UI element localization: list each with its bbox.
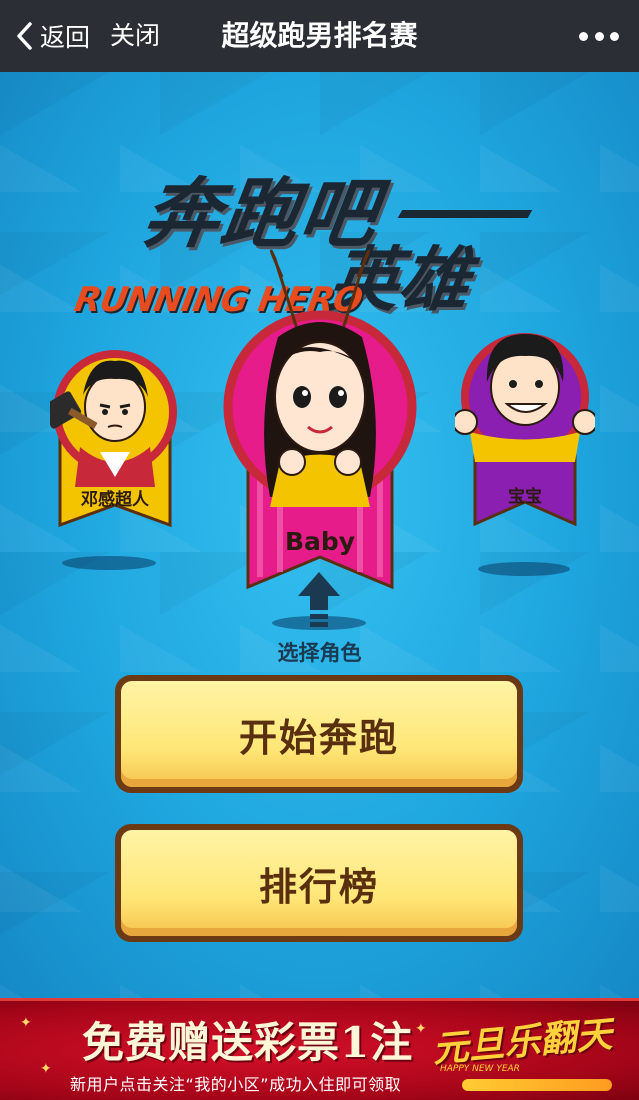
sparkle-icon: ✦ [415,1021,427,1037]
back-label: 返回 [40,23,91,52]
logo-underline [397,210,533,218]
promo-graphic: 元旦乐翻天 HAPPY NEW YEAR [431,1009,632,1097]
start-run-label: 开始奔跑 [121,681,517,787]
banner-title: 免费赠送彩票1注 [82,1018,414,1067]
up-arrow-icon [298,572,340,627]
more-dot-icon [579,31,588,41]
back-button[interactable]: 返回 [14,16,90,56]
game-stage: 奔跑吧 英雄 RUNNING HERO 邓感超人 Baby 宝宝 选择角色 开始… [0,72,639,998]
character-name-left: 邓感超人 [81,490,149,510]
character-option-left[interactable]: 邓感超人 [50,327,180,532]
character-name-right: 宝宝 [508,487,542,507]
character-option-center[interactable]: Baby [220,247,420,592]
select-character-label: 选择角色 [277,641,362,665]
more-menu-button[interactable] [579,26,619,46]
character-shadow [478,562,570,576]
sparkle-icon: ✦ [40,1061,52,1077]
leaderboard-button[interactable]: 排行榜 [115,824,523,942]
leaderboard-label: 排行榜 [121,830,517,936]
close-button[interactable]: 关闭 [110,16,160,56]
ad-banner[interactable]: ✦ ✦ ✦ 免费赠送彩票1注 新用户点击关注“我的小区”成功入住即可领取 元旦乐… [0,998,639,1100]
banner-subtitle: 新用户点击关注“我的小区”成功入住即可领取 [70,1075,402,1094]
chevron-left-icon [17,22,32,50]
start-run-button[interactable]: 开始奔跑 [115,675,523,793]
page-title: 超级跑男排名赛 [221,19,418,52]
promo-text: 元旦乐翻天 [430,1013,614,1071]
character-name-center: Baby [284,527,356,556]
more-dot-icon [610,31,619,41]
character-option-right[interactable]: 宝宝 [455,312,595,532]
more-dot-icon [594,31,604,41]
sparkle-icon: ✦ [20,1015,32,1031]
promo-ribbon [462,1079,612,1091]
nav-bar: 返回 关闭 超级跑男排名赛 [0,0,639,72]
promo-english-text: HAPPY NEW YEAR [440,1064,520,1074]
character-shadow [62,556,156,570]
